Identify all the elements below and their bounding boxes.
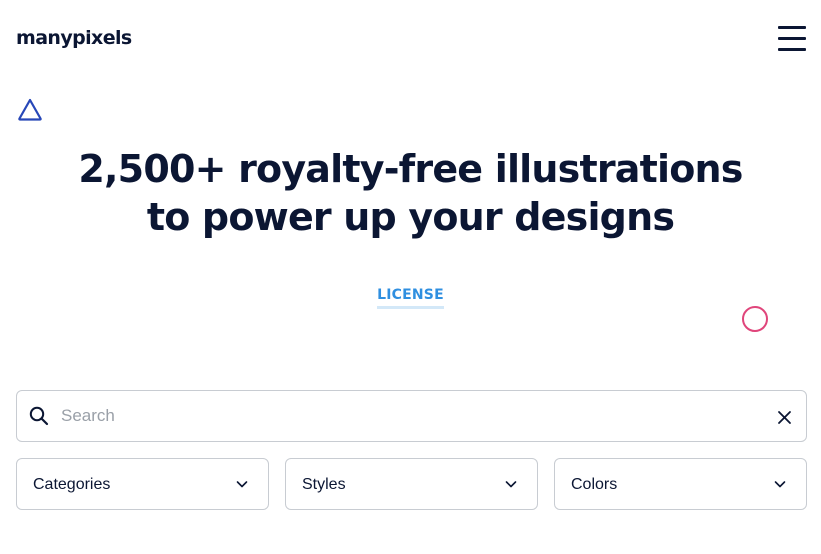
colors-dropdown-label: Colors [571, 476, 618, 493]
colors-dropdown[interactable]: Colors [554, 458, 807, 510]
license-link-wrapper: LICENSE [0, 286, 821, 309]
hero-title-line-2: to power up your designs [146, 195, 675, 239]
chevron-down-icon [774, 481, 786, 488]
close-icon[interactable] [777, 410, 792, 425]
triangle-decoration-icon [18, 98, 42, 121]
styles-dropdown-label: Styles [302, 476, 346, 493]
circle-decoration-icon [742, 306, 768, 332]
categories-dropdown[interactable]: Categories [16, 458, 269, 510]
search-icon [29, 406, 49, 426]
hero-title: 2,500+ royalty-free illustrations to pow… [0, 145, 821, 241]
menu-bar-middle [778, 37, 806, 40]
chevron-down-icon [236, 481, 248, 488]
menu-bar-top [778, 26, 806, 29]
styles-dropdown[interactable]: Styles [285, 458, 538, 510]
page: manypixels 2,500+ royalty-free illustrat… [0, 0, 821, 554]
hamburger-menu-icon[interactable] [776, 25, 808, 52]
menu-bar-bottom [778, 48, 806, 51]
search-box [16, 390, 807, 442]
manypixels-logo[interactable]: manypixels [16, 26, 132, 50]
license-link[interactable]: LICENSE [377, 287, 444, 309]
search-input[interactable] [61, 401, 741, 431]
chevron-down-icon [505, 481, 517, 488]
hero-title-line-1: 2,500+ royalty-free illustrations [78, 147, 743, 191]
categories-dropdown-label: Categories [33, 476, 111, 493]
